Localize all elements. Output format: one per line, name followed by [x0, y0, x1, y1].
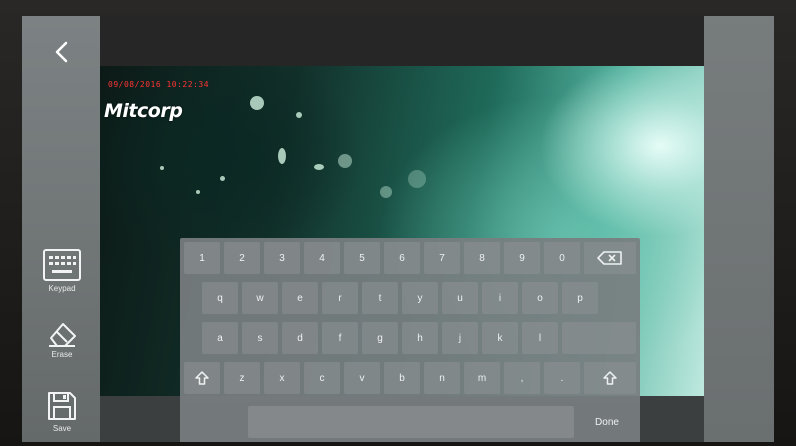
key-l[interactable]: l	[522, 322, 558, 354]
keypad-button[interactable]: Keypad	[36, 248, 88, 293]
key-2[interactable]: 2	[224, 242, 260, 274]
key-b[interactable]: b	[384, 362, 420, 394]
right-panel	[704, 16, 774, 442]
shift-icon	[195, 371, 209, 385]
key-p[interactable]: p	[562, 282, 598, 314]
key-6[interactable]: 6	[384, 242, 420, 274]
key-7[interactable]: 7	[424, 242, 460, 274]
key-d[interactable]: d	[282, 322, 318, 354]
save-label: Save	[52, 424, 72, 433]
key-e[interactable]: e	[282, 282, 318, 314]
backspace-icon	[597, 251, 622, 265]
shift-right-key[interactable]	[584, 362, 636, 394]
key-g[interactable]: g	[362, 322, 398, 354]
key-u[interactable]: u	[442, 282, 478, 314]
keypad-label: Keypad	[48, 284, 76, 293]
key-n[interactable]: n	[424, 362, 460, 394]
back-button[interactable]	[44, 34, 80, 70]
erase-label: Erase	[51, 350, 73, 359]
key-f[interactable]: f	[322, 322, 358, 354]
chevron-left-icon	[55, 41, 68, 63]
key-k[interactable]: k	[482, 322, 518, 354]
key-9[interactable]: 9	[504, 242, 540, 274]
keyboard-bottom-row: Done	[180, 402, 640, 442]
key-comma[interactable]: ,	[504, 362, 540, 394]
tool-rail: Keypad Erase Save	[22, 16, 100, 442]
mitcorp-logo: Mitcorp	[104, 100, 183, 122]
timestamp-overlay: 09/08/2016 10:22:34	[108, 80, 210, 89]
key-q[interactable]: q	[202, 282, 238, 314]
backspace-key[interactable]	[584, 242, 636, 274]
key-period[interactable]: .	[544, 362, 580, 394]
key-j[interactable]: j	[442, 322, 478, 354]
key-x[interactable]: x	[264, 362, 300, 394]
key-5[interactable]: 5	[344, 242, 380, 274]
key-h[interactable]: h	[402, 322, 438, 354]
shift-left-key[interactable]	[184, 362, 220, 394]
light-speck	[380, 186, 392, 198]
key-v[interactable]: v	[344, 362, 380, 394]
done-key[interactable]: Done	[578, 406, 636, 438]
on-screen-keyboard: 1 2 3 4 5 6 7 8 9 0 q w e r t y u i o p …	[180, 238, 640, 442]
key-r[interactable]: r	[322, 282, 358, 314]
key-0[interactable]: 0	[544, 242, 580, 274]
light-speck	[160, 166, 164, 170]
key-4[interactable]: 4	[304, 242, 340, 274]
key-a[interactable]: a	[202, 322, 238, 354]
enter-key[interactable]	[562, 322, 636, 354]
key-c[interactable]: c	[304, 362, 340, 394]
key-w[interactable]: w	[242, 282, 278, 314]
key-s[interactable]: s	[242, 322, 278, 354]
light-speck	[250, 96, 264, 110]
light-speck	[338, 154, 352, 168]
light-speck	[196, 190, 200, 194]
screen: 09/08/2016 10:22:34 Mitcorp Keypad Erase…	[22, 16, 774, 442]
key-m[interactable]: m	[464, 362, 500, 394]
light-speck	[220, 176, 225, 181]
key-i[interactable]: i	[482, 282, 518, 314]
keyboard-icon	[43, 249, 81, 281]
key-y[interactable]: y	[402, 282, 438, 314]
key-z[interactable]: z	[224, 362, 260, 394]
key-t[interactable]: t	[362, 282, 398, 314]
floppy-disk-icon	[48, 392, 76, 420]
key-o[interactable]: o	[522, 282, 558, 314]
save-button[interactable]: Save	[36, 390, 88, 433]
key-1[interactable]: 1	[184, 242, 220, 274]
space-key[interactable]	[248, 406, 574, 438]
light-speck	[296, 112, 302, 118]
key-3[interactable]: 3	[264, 242, 300, 274]
light-speck	[408, 170, 426, 188]
eraser-icon	[49, 323, 76, 347]
key-8[interactable]: 8	[464, 242, 500, 274]
light-speck	[314, 164, 324, 170]
shift-icon	[603, 371, 617, 385]
erase-button[interactable]: Erase	[36, 320, 88, 359]
light-speck	[278, 148, 286, 164]
